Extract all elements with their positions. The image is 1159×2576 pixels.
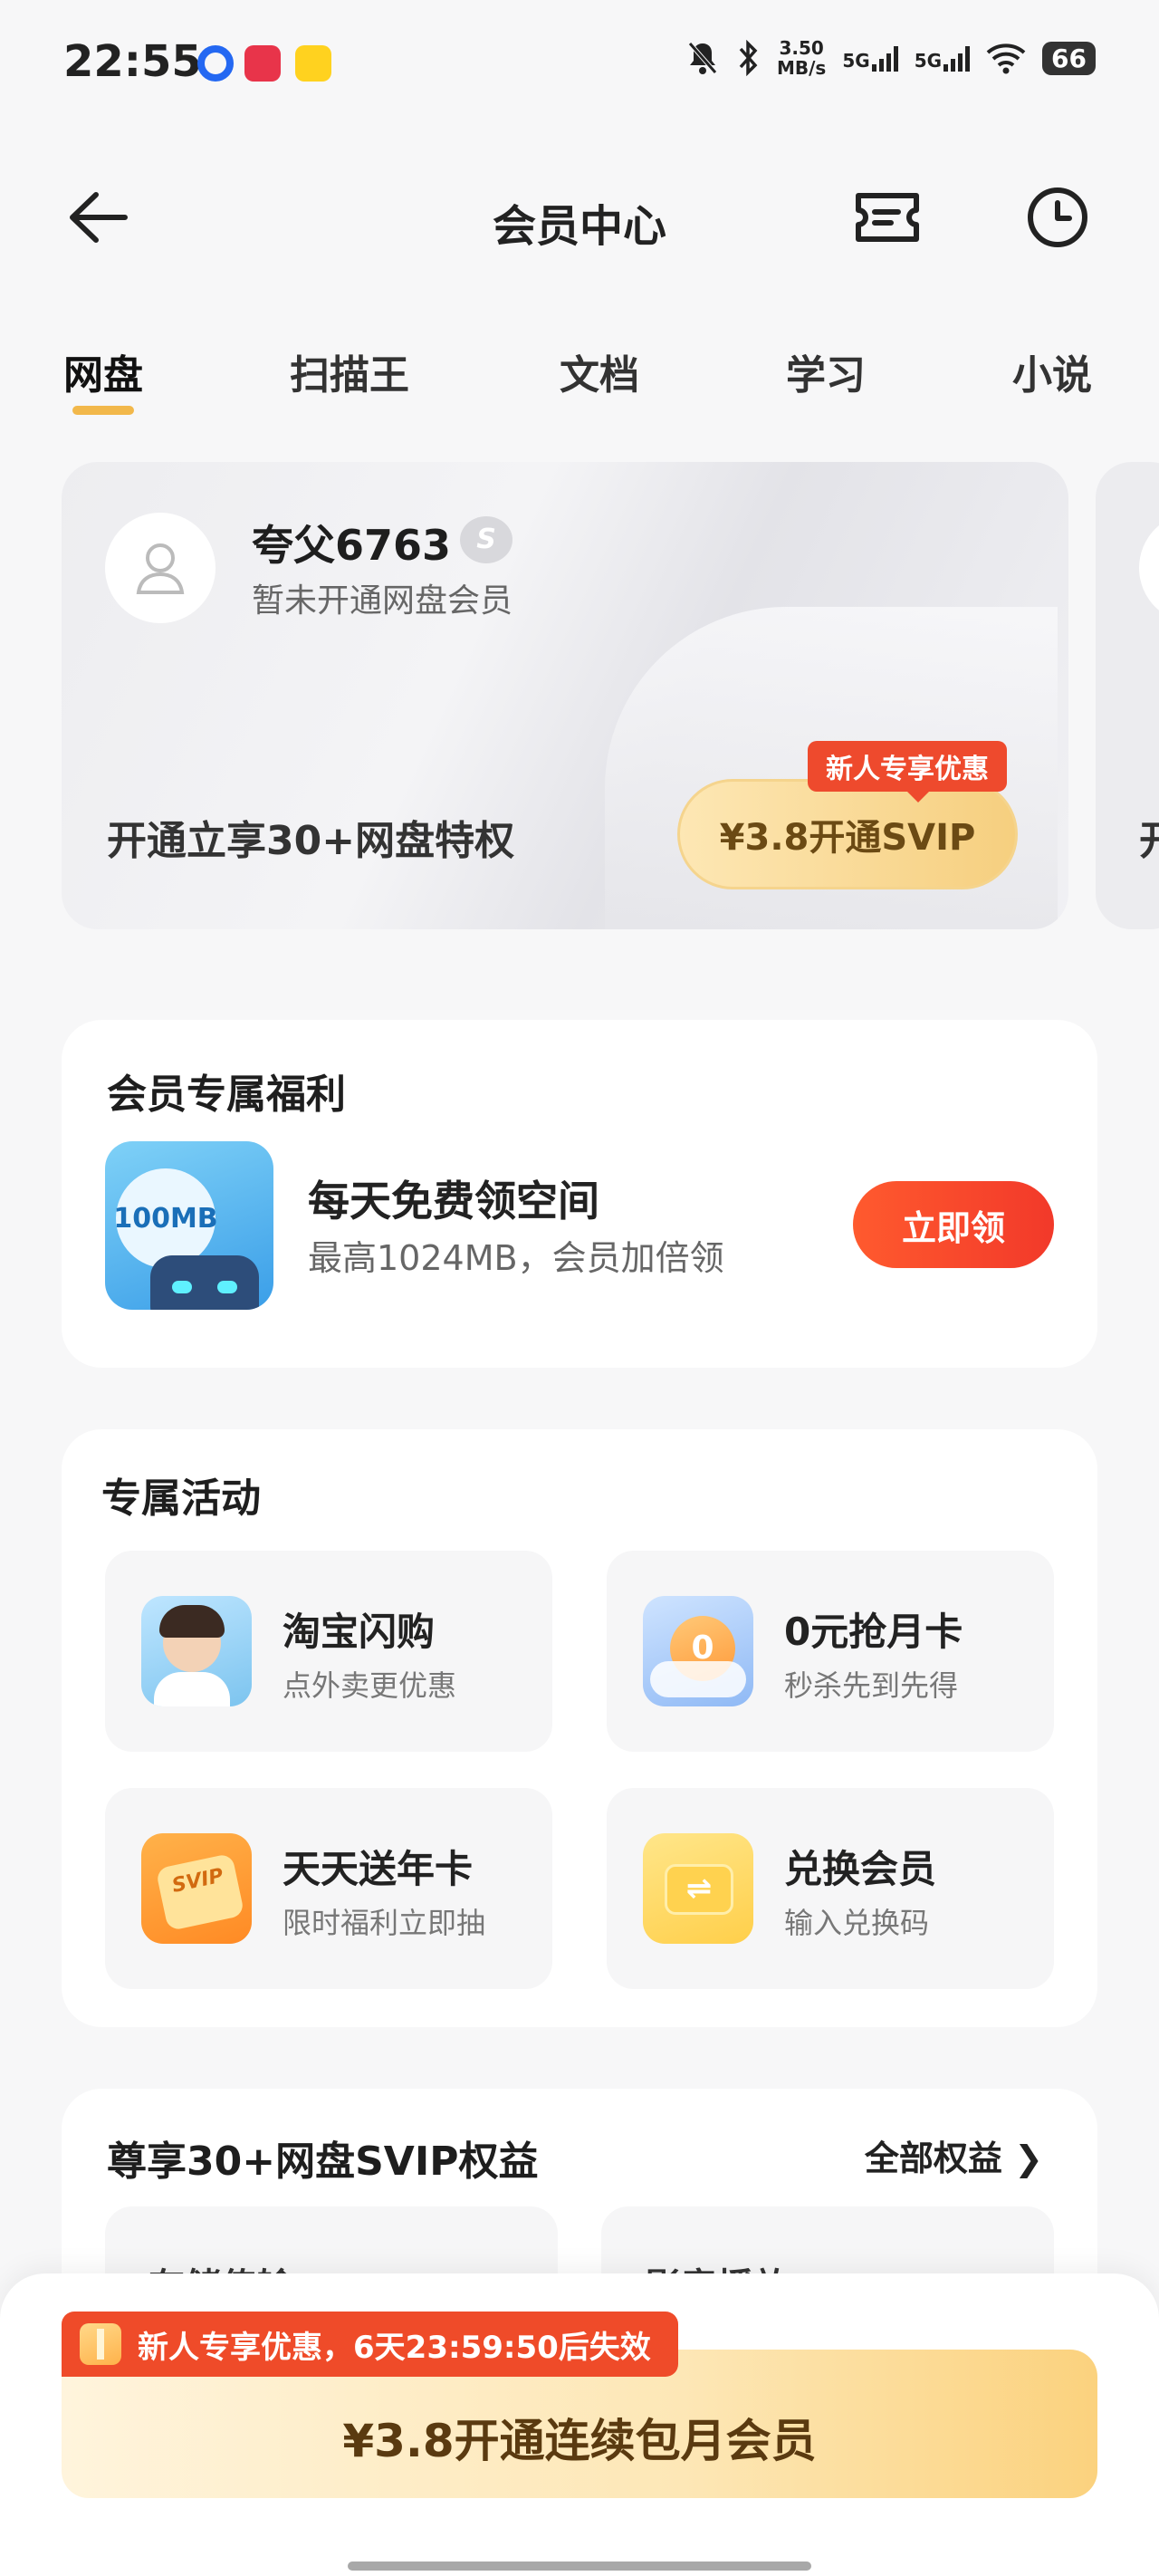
- mute-bell-icon: [688, 42, 717, 74]
- activity-desc: 限时福利立即抽: [283, 1906, 486, 1940]
- notification-app-icon: [197, 45, 234, 82]
- activity-desc: 输入兑换码: [784, 1906, 930, 1940]
- activity-daily-year-card[interactable]: SVIP 天天送年卡 限时福利立即抽: [105, 1788, 552, 1989]
- status-time: 22:55: [63, 36, 202, 87]
- signal-2-label: 5G: [914, 50, 943, 72]
- redeem-ticket-icon: ⇌: [643, 1833, 753, 1944]
- header: 会员中心: [0, 172, 1159, 263]
- network-speed: 3.50 MB/s: [777, 38, 826, 78]
- battery-indicator: 66: [1042, 41, 1096, 75]
- signal-1: 5G: [842, 44, 898, 72]
- space-size-badge: 100MB: [113, 1168, 218, 1268]
- activity-desc: 秒杀先到先得: [784, 1668, 959, 1703]
- tab-scanner[interactable]: 扫描王: [290, 342, 409, 400]
- robot-icon: [150, 1255, 259, 1310]
- activity-redeem-membership[interactable]: ⇌ 兑换会员 输入兑换码: [607, 1788, 1054, 1989]
- tab-documents[interactable]: 文档: [560, 342, 639, 400]
- tab-novel[interactable]: 小说: [1012, 342, 1092, 400]
- signal-1-label: 5G: [842, 50, 870, 72]
- meituan-app-icon: [295, 45, 331, 82]
- activity-name: 兑换会员: [784, 1847, 937, 1891]
- exclusive-activities-card: 专属活动 淘宝闪购 点外卖更优惠 0 0元抢月卡 秒杀先到先得 SVIP 天天送…: [62, 1429, 1097, 2027]
- activity-name: 淘宝闪购: [283, 1610, 436, 1654]
- network-speed-value: 3.50: [779, 37, 824, 59]
- bluetooth-icon: [739, 40, 758, 76]
- activity-free-monthly-card[interactable]: 0 0元抢月卡 秒杀先到先得: [607, 1551, 1054, 1752]
- status-bar: 22:55 3.50 MB/s 5G 5G 66: [0, 0, 1159, 127]
- benefit-description: 最高1024MB，会员加倍领: [308, 1238, 724, 1278]
- member-benefits-card: 会员专属福利 100MB 每天免费领空间 最高1024MB，会员加倍领 立即领: [62, 1020, 1097, 1368]
- history-button[interactable]: [1021, 183, 1094, 252]
- countdown-tag: 新人专享优惠，6天23:59:50后失效: [62, 2312, 678, 2377]
- tab-wangpan[interactable]: 网盘: [63, 342, 143, 400]
- coupon-button[interactable]: [851, 183, 924, 252]
- card-promo-text: 开通立享30+网盘特权: [107, 818, 515, 864]
- activity-name: 0元抢月卡: [784, 1610, 963, 1654]
- username: 夸父6763: [252, 521, 452, 570]
- claim-button[interactable]: 立即领: [853, 1181, 1054, 1268]
- all-rights-link[interactable]: 全部权益 ❯: [865, 2130, 1043, 2180]
- section-title: 尊享30+网盘SVIP权益: [107, 2139, 539, 2185]
- tab-study[interactable]: 学习: [786, 342, 866, 400]
- shopping-app-icon: [244, 45, 281, 82]
- active-tab-indicator: [72, 406, 134, 415]
- section-title: 专属活动: [101, 1475, 261, 1522]
- avatar: [1139, 513, 1159, 623]
- open-svip-button[interactable]: ¥3.8开通SVIP: [677, 779, 1018, 889]
- status-icons: 3.50 MB/s 5G 5G 66: [686, 38, 1096, 78]
- benefit-name: 每天免费领空间: [308, 1177, 599, 1226]
- signal-2: 5G: [914, 44, 971, 72]
- membership-status: 暂未开通网盘会员: [252, 582, 513, 620]
- member-card[interactable]: 夸父6763 S 暂未开通网盘会员 开通立享30+网盘特权 新人专享优惠 ¥3.…: [62, 462, 1068, 929]
- section-title: 会员专属福利: [107, 1072, 346, 1118]
- category-tabs: 网盘 扫描王 文档 学习 小说: [0, 335, 1159, 426]
- svip-level-icon: S: [460, 516, 512, 563]
- new-user-tag: 新人专享优惠: [808, 741, 1007, 803]
- gift-icon: [80, 2323, 121, 2365]
- zero-coin-icon: 0: [643, 1596, 753, 1706]
- clock-icon: [1028, 187, 1087, 247]
- avatar[interactable]: [105, 513, 216, 623]
- signal-bars-icon: [943, 44, 971, 72]
- ticket-icon: [856, 193, 919, 242]
- activity-desc: 点外卖更优惠: [283, 1668, 457, 1703]
- countdown-text: 新人专享优惠，6天23:59:50后失效: [138, 2329, 651, 2366]
- next-card-promo-text: 开: [1139, 808, 1159, 866]
- subscribe-button-label: ¥3.8开通连续包月会员: [342, 2415, 817, 2467]
- page-title: 会员中心: [492, 201, 666, 252]
- user-avatar-icon: [136, 543, 185, 594]
- network-speed-unit: MB/s: [776, 57, 827, 79]
- activity-taobao[interactable]: 淘宝闪购 点外卖更优惠: [105, 1551, 552, 1752]
- wifi-icon: [986, 43, 1026, 74]
- svip-card-icon: SVIP: [141, 1833, 252, 1944]
- next-member-card[interactable]: 开: [1096, 462, 1159, 929]
- cloud-space-icon: 100MB: [105, 1141, 273, 1310]
- activity-name: 天天送年卡: [283, 1847, 474, 1891]
- signal-bars-icon: [871, 44, 898, 72]
- taobao-promo-icon: [141, 1596, 252, 1706]
- home-indicator[interactable]: [348, 2562, 811, 2571]
